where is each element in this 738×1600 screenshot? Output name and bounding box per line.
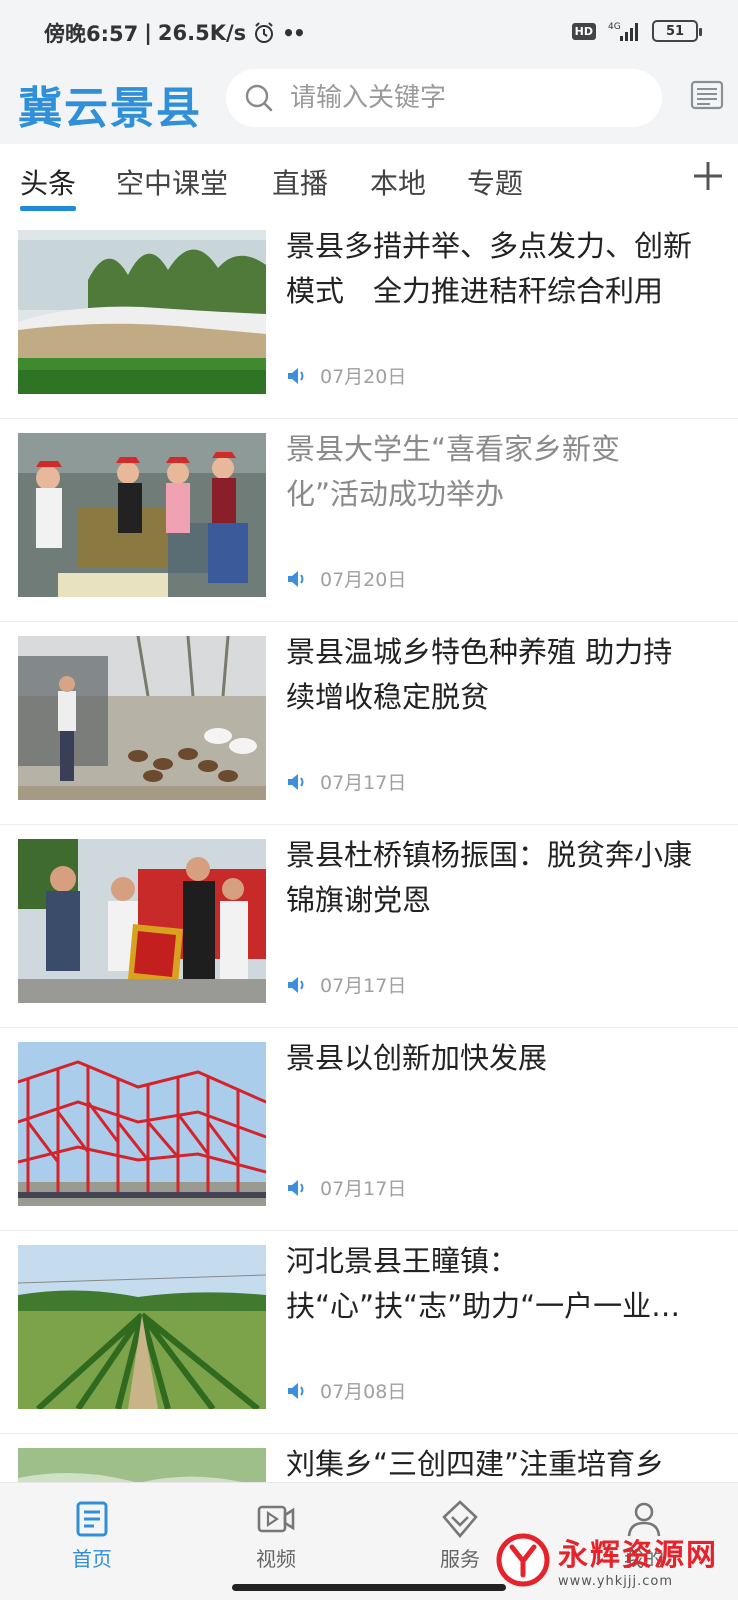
news-meta: 07月20日 xyxy=(286,362,406,389)
speaker-icon[interactable] xyxy=(286,1381,308,1401)
status-bar: 傍晚6:57 | 26.5K/s •• HD 4G 51 xyxy=(0,0,738,64)
active-tab-indicator xyxy=(20,206,76,211)
watermark-url: www.yhkjjj.com xyxy=(558,1574,674,1589)
speaker-icon[interactable] xyxy=(286,975,308,995)
hd-badge: HD xyxy=(571,22,596,40)
network-type: 4G xyxy=(608,22,621,32)
alarm-icon xyxy=(255,22,274,43)
signal-icon: 4G xyxy=(608,22,638,41)
battery-icon: 51 xyxy=(652,20,702,42)
news-title[interactable]: 景县大学生“喜看家乡新变 化”活动成功举办 xyxy=(286,427,726,517)
news-item[interactable]: 景县杜桥镇杨振国：脱贫奔小康 锦旗谢党恩 07月17日 xyxy=(0,825,738,1028)
tab-headlines[interactable]: 头条 xyxy=(20,162,76,202)
news-thumbnail[interactable] xyxy=(18,1448,266,1482)
tab-sky-classroom[interactable]: 空中课堂 xyxy=(116,162,228,202)
news-item[interactable]: 刘集乡“三创四建”注重培育乡 xyxy=(0,1434,738,1482)
home-icon xyxy=(76,1501,108,1537)
tab-topics[interactable]: 专题 xyxy=(467,162,523,202)
news-title[interactable]: 景县多措并举、多点发力、创新 模式 全力推进秸秆综合利用 xyxy=(286,224,726,314)
nav-video[interactable]: 视频 xyxy=(226,1499,326,1572)
watermark-text: 永辉资源网 www.yhkjjj.com xyxy=(558,1530,718,1589)
news-date: 07月17日 xyxy=(320,772,407,794)
news-date: 07月20日 xyxy=(320,366,407,388)
news-title[interactable]: 景县杜桥镇杨振国：脱贫奔小康 锦旗谢党恩 xyxy=(286,833,726,923)
channel-tabs: 头条 空中课堂 直播 本地 专题 xyxy=(0,144,738,216)
news-title-line1: 景县多措并举、多点发力、创新 xyxy=(286,229,693,263)
news-meta: 07月17日 xyxy=(286,768,406,795)
watermark-name: 永辉资源网 xyxy=(558,1538,718,1573)
add-channel-icon[interactable] xyxy=(690,158,726,194)
news-meta: 07月20日 xyxy=(286,565,406,592)
speaker-icon[interactable] xyxy=(286,366,308,386)
nav-home-label: 首页 xyxy=(72,1547,112,1571)
news-date: 07月17日 xyxy=(320,975,407,997)
tab-live[interactable]: 直播 xyxy=(272,162,328,202)
site-watermark: 永辉资源网 www.yhkjjj.com xyxy=(494,1530,718,1589)
news-item[interactable]: 河北景县王瞳镇： 扶“心”扶“志”助力“一户一业… 07月08日 xyxy=(0,1231,738,1434)
news-date: 07月20日 xyxy=(320,569,407,591)
news-date: 07月08日 xyxy=(320,1381,407,1403)
news-title[interactable]: 刘集乡“三创四建”注重培育乡 xyxy=(286,1442,726,1482)
tab-local[interactable]: 本地 xyxy=(370,162,426,202)
news-thumbnail[interactable] xyxy=(18,1042,266,1206)
app-header: 冀云景县 xyxy=(0,64,738,144)
news-item[interactable]: 景县温城乡特色种养殖 助力持 续增收稳定脱贫 07月17日 xyxy=(0,622,738,825)
status-time: 傍晚6:57 xyxy=(44,22,139,46)
news-item[interactable]: 景县以创新加快发展 07月17日 xyxy=(0,1028,738,1231)
battery-level: 51 xyxy=(665,23,685,39)
search-icon xyxy=(245,84,273,112)
news-meta: 07月17日 xyxy=(286,971,406,998)
news-meta: 07月08日 xyxy=(286,1377,406,1404)
status-speed: 26.5K/s xyxy=(157,21,247,45)
nav-video-label: 视频 xyxy=(256,1547,296,1571)
news-title-line1: 刘集乡“三创四建”注重培育乡 xyxy=(286,1447,665,1481)
news-meta: 07月17日 xyxy=(286,1174,406,1201)
news-title-line1: 景县以创新加快发展 xyxy=(286,1041,548,1075)
speaker-icon[interactable] xyxy=(286,1178,308,1198)
search-bar[interactable] xyxy=(226,69,662,127)
nav-home[interactable]: 首页 xyxy=(42,1499,142,1572)
video-icon xyxy=(257,1505,295,1533)
news-title-line2: 扶“心”扶“志”助力“一户一业… xyxy=(286,1289,681,1323)
status-right: HD 4G 51 xyxy=(571,20,702,42)
news-title-line1: 河北景县王瞳镇： xyxy=(286,1244,519,1278)
app-logo[interactable]: 冀云景县 xyxy=(18,72,202,136)
news-title[interactable]: 景县温城乡特色种养殖 助力持 续增收稳定脱贫 xyxy=(286,630,726,720)
news-item[interactable]: 景县大学生“喜看家乡新变 化”活动成功举办 07月20日 xyxy=(0,419,738,622)
news-title-line1: 景县大学生“喜看家乡新变 xyxy=(286,432,621,466)
news-title[interactable]: 景县以创新加快发展 xyxy=(286,1036,726,1081)
news-thumbnail[interactable] xyxy=(18,839,266,1003)
watermark-logo-icon xyxy=(496,1533,550,1586)
search-input[interactable] xyxy=(290,83,630,113)
speaker-icon[interactable] xyxy=(286,569,308,589)
speaker-icon[interactable] xyxy=(286,772,308,792)
more-notifications-icon: •• xyxy=(282,21,306,45)
news-title-line2: 锦旗谢党恩 xyxy=(286,883,432,917)
news-title-line2: 化”活动成功举办 xyxy=(286,477,505,511)
newspaper-icon[interactable] xyxy=(690,78,724,112)
home-indicator[interactable] xyxy=(232,1584,506,1591)
status-divider: | xyxy=(144,21,152,45)
news-title-line2: 续增收稳定脱贫 xyxy=(286,680,490,714)
news-date: 07月17日 xyxy=(320,1178,407,1200)
news-item[interactable]: 景县多措并举、多点发力、创新 模式 全力推进秸秆综合利用 07月20日 xyxy=(0,216,738,419)
news-thumbnail[interactable] xyxy=(18,1245,266,1409)
news-thumbnail[interactable] xyxy=(18,636,266,800)
news-thumbnail[interactable] xyxy=(18,230,266,394)
news-title-line1: 景县温城乡特色种养殖 助力持 xyxy=(286,635,673,669)
news-title-line1: 景县杜桥镇杨振国：脱贫奔小康 xyxy=(286,838,693,872)
service-icon xyxy=(442,1500,478,1539)
news-thumbnail[interactable] xyxy=(18,433,266,597)
news-title-line2: 模式 全力推进秸秆综合利用 xyxy=(286,274,664,308)
news-feed: 景县多措并举、多点发力、创新 模式 全力推进秸秆综合利用 07月20日 景县大学… xyxy=(0,216,738,1482)
status-left: 傍晚6:57 | 26.5K/s •• xyxy=(44,18,306,48)
news-title[interactable]: 河北景县王瞳镇： 扶“心”扶“志”助力“一户一业… xyxy=(286,1239,726,1329)
